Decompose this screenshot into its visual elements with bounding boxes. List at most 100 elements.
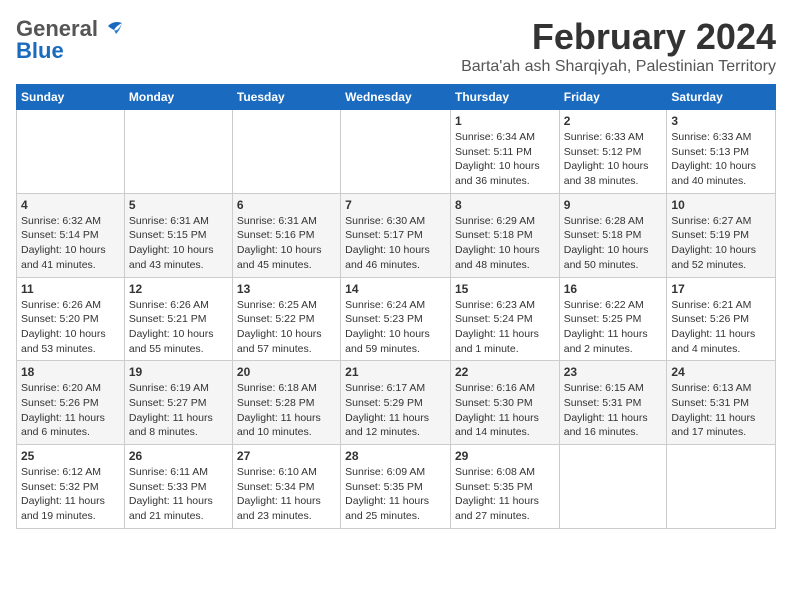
calendar-cell <box>232 110 340 194</box>
day-info: Sunrise: 6:21 AM Sunset: 5:26 PM Dayligh… <box>671 298 771 357</box>
day-number: 25 <box>21 449 120 463</box>
day-info: Sunrise: 6:17 AM Sunset: 5:29 PM Dayligh… <box>345 381 446 440</box>
day-number: 23 <box>564 365 663 379</box>
day-info: Sunrise: 6:15 AM Sunset: 5:31 PM Dayligh… <box>564 381 663 440</box>
calendar-cell: 17 Sunrise: 6:21 AM Sunset: 5:26 PM Dayli… <box>667 277 776 361</box>
day-info: Sunrise: 6:28 AM Sunset: 5:18 PM Dayligh… <box>564 214 663 273</box>
day-info: Sunrise: 6:22 AM Sunset: 5:25 PM Dayligh… <box>564 298 663 357</box>
day-number: 22 <box>455 365 555 379</box>
day-number: 24 <box>671 365 771 379</box>
calendar-week-4: 18Sunrise: 6:20 AM Sunset: 5:26 PM Dayli… <box>17 361 776 445</box>
day-info: Sunrise: 6:08 AM Sunset: 5:35 PM Dayligh… <box>455 465 555 524</box>
day-number: 5 <box>129 198 228 212</box>
calendar-week-5: 25Sunrise: 6:12 AM Sunset: 5:32 PM Dayli… <box>17 445 776 529</box>
day-number: 13 <box>237 282 336 296</box>
calendar-cell: 7 Sunrise: 6:30 AM Sunset: 5:17 PM Daylig… <box>341 193 451 277</box>
day-header-monday: Monday <box>124 85 232 110</box>
day-number: 18 <box>21 365 120 379</box>
calendar-cell: 29 Sunrise: 6:08 AM Sunset: 5:35 PM Dayli… <box>450 445 559 529</box>
day-number: 8 <box>455 198 555 212</box>
page-header: General Blue February 2024 Barta'ah ash … <box>16 16 776 76</box>
day-number: 10 <box>671 198 771 212</box>
day-number: 19 <box>129 365 228 379</box>
calendar-cell: 13Sunrise: 6:25 AM Sunset: 5:22 PM Dayli… <box>232 277 340 361</box>
calendar: SundayMondayTuesdayWednesdayThursdayFrid… <box>16 84 776 529</box>
calendar-cell <box>559 445 667 529</box>
day-info: Sunrise: 6:29 AM Sunset: 5:18 PM Dayligh… <box>455 214 555 273</box>
day-number: 14 <box>345 282 446 296</box>
calendar-cell: 18Sunrise: 6:20 AM Sunset: 5:26 PM Dayli… <box>17 361 125 445</box>
day-info: Sunrise: 6:11 AM Sunset: 5:33 PM Dayligh… <box>129 465 228 524</box>
calendar-cell <box>17 110 125 194</box>
calendar-cell: 24 Sunrise: 6:13 AM Sunset: 5:31 PM Dayli… <box>667 361 776 445</box>
calendar-cell <box>341 110 451 194</box>
calendar-cell: 19 Sunrise: 6:19 AM Sunset: 5:27 PM Dayli… <box>124 361 232 445</box>
day-number: 29 <box>455 449 555 463</box>
day-info: Sunrise: 6:24 AM Sunset: 5:23 PM Dayligh… <box>345 298 446 357</box>
calendar-cell: 1 Sunrise: 6:34 AM Sunset: 5:11 PM Daylig… <box>450 110 559 194</box>
day-number: 6 <box>237 198 336 212</box>
month-title: February 2024 <box>461 16 776 58</box>
day-header-tuesday: Tuesday <box>232 85 340 110</box>
day-number: 12 <box>129 282 228 296</box>
day-info: Sunrise: 6:26 AM Sunset: 5:21 PM Dayligh… <box>129 298 228 357</box>
day-info: Sunrise: 6:33 AM Sunset: 5:13 PM Dayligh… <box>671 130 771 189</box>
location: Barta'ah ash Sharqiyah, Palestinian Terr… <box>461 58 776 76</box>
calendar-cell: 28 Sunrise: 6:09 AM Sunset: 5:35 PM Dayli… <box>341 445 451 529</box>
calendar-cell: 26 Sunrise: 6:11 AM Sunset: 5:33 PM Dayli… <box>124 445 232 529</box>
day-header-thursday: Thursday <box>450 85 559 110</box>
day-number: 15 <box>455 282 555 296</box>
day-info: Sunrise: 6:16 AM Sunset: 5:30 PM Dayligh… <box>455 381 555 440</box>
calendar-cell: 21Sunrise: 6:17 AM Sunset: 5:29 PM Dayli… <box>341 361 451 445</box>
day-header-saturday: Saturday <box>667 85 776 110</box>
calendar-cell <box>124 110 232 194</box>
day-number: 3 <box>671 114 771 128</box>
day-info: Sunrise: 6:26 AM Sunset: 5:20 PM Dayligh… <box>21 298 120 357</box>
day-number: 28 <box>345 449 446 463</box>
day-info: Sunrise: 6:30 AM Sunset: 5:17 PM Dayligh… <box>345 214 446 273</box>
day-number: 7 <box>345 198 446 212</box>
calendar-cell: 9 Sunrise: 6:28 AM Sunset: 5:18 PM Daylig… <box>559 193 667 277</box>
logo: General Blue <box>16 16 126 64</box>
calendar-cell: 16Sunrise: 6:22 AM Sunset: 5:25 PM Dayli… <box>559 277 667 361</box>
calendar-cell: 23 Sunrise: 6:15 AM Sunset: 5:31 PM Dayli… <box>559 361 667 445</box>
calendar-cell: 8 Sunrise: 6:29 AM Sunset: 5:18 PM Daylig… <box>450 193 559 277</box>
day-info: Sunrise: 6:19 AM Sunset: 5:27 PM Dayligh… <box>129 381 228 440</box>
title-block: February 2024 Barta'ah ash Sharqiyah, Pa… <box>461 16 776 76</box>
calendar-week-3: 11Sunrise: 6:26 AM Sunset: 5:20 PM Dayli… <box>17 277 776 361</box>
calendar-cell: 11Sunrise: 6:26 AM Sunset: 5:20 PM Dayli… <box>17 277 125 361</box>
calendar-week-2: 4Sunrise: 6:32 AM Sunset: 5:14 PM Daylig… <box>17 193 776 277</box>
calendar-cell: 3 Sunrise: 6:33 AM Sunset: 5:13 PM Daylig… <box>667 110 776 194</box>
calendar-cell <box>667 445 776 529</box>
calendar-cell: 15 Sunrise: 6:23 AM Sunset: 5:24 PM Dayli… <box>450 277 559 361</box>
day-header-sunday: Sunday <box>17 85 125 110</box>
day-info: Sunrise: 6:31 AM Sunset: 5:15 PM Dayligh… <box>129 214 228 273</box>
day-info: Sunrise: 6:34 AM Sunset: 5:11 PM Dayligh… <box>455 130 555 189</box>
day-header-friday: Friday <box>559 85 667 110</box>
day-info: Sunrise: 6:10 AM Sunset: 5:34 PM Dayligh… <box>237 465 336 524</box>
day-number: 20 <box>237 365 336 379</box>
day-info: Sunrise: 6:09 AM Sunset: 5:35 PM Dayligh… <box>345 465 446 524</box>
calendar-cell: 2 Sunrise: 6:33 AM Sunset: 5:12 PM Daylig… <box>559 110 667 194</box>
day-info: Sunrise: 6:31 AM Sunset: 5:16 PM Dayligh… <box>237 214 336 273</box>
day-number: 26 <box>129 449 228 463</box>
calendar-cell: 22 Sunrise: 6:16 AM Sunset: 5:30 PM Dayli… <box>450 361 559 445</box>
calendar-cell: 12 Sunrise: 6:26 AM Sunset: 5:21 PM Dayli… <box>124 277 232 361</box>
calendar-cell: 4Sunrise: 6:32 AM Sunset: 5:14 PM Daylig… <box>17 193 125 277</box>
calendar-cell: 25Sunrise: 6:12 AM Sunset: 5:32 PM Dayli… <box>17 445 125 529</box>
day-info: Sunrise: 6:23 AM Sunset: 5:24 PM Dayligh… <box>455 298 555 357</box>
day-number: 2 <box>564 114 663 128</box>
day-info: Sunrise: 6:13 AM Sunset: 5:31 PM Dayligh… <box>671 381 771 440</box>
day-number: 9 <box>564 198 663 212</box>
calendar-header-row: SundayMondayTuesdayWednesdayThursdayFrid… <box>17 85 776 110</box>
day-number: 27 <box>237 449 336 463</box>
calendar-cell: 27 Sunrise: 6:10 AM Sunset: 5:34 PM Dayli… <box>232 445 340 529</box>
calendar-cell: 14 Sunrise: 6:24 AM Sunset: 5:23 PM Dayli… <box>341 277 451 361</box>
day-info: Sunrise: 6:33 AM Sunset: 5:12 PM Dayligh… <box>564 130 663 189</box>
day-info: Sunrise: 6:18 AM Sunset: 5:28 PM Dayligh… <box>237 381 336 440</box>
calendar-week-1: 1 Sunrise: 6:34 AM Sunset: 5:11 PM Daylig… <box>17 110 776 194</box>
day-number: 4 <box>21 198 120 212</box>
day-info: Sunrise: 6:27 AM Sunset: 5:19 PM Dayligh… <box>671 214 771 273</box>
day-number: 1 <box>455 114 555 128</box>
day-number: 17 <box>671 282 771 296</box>
